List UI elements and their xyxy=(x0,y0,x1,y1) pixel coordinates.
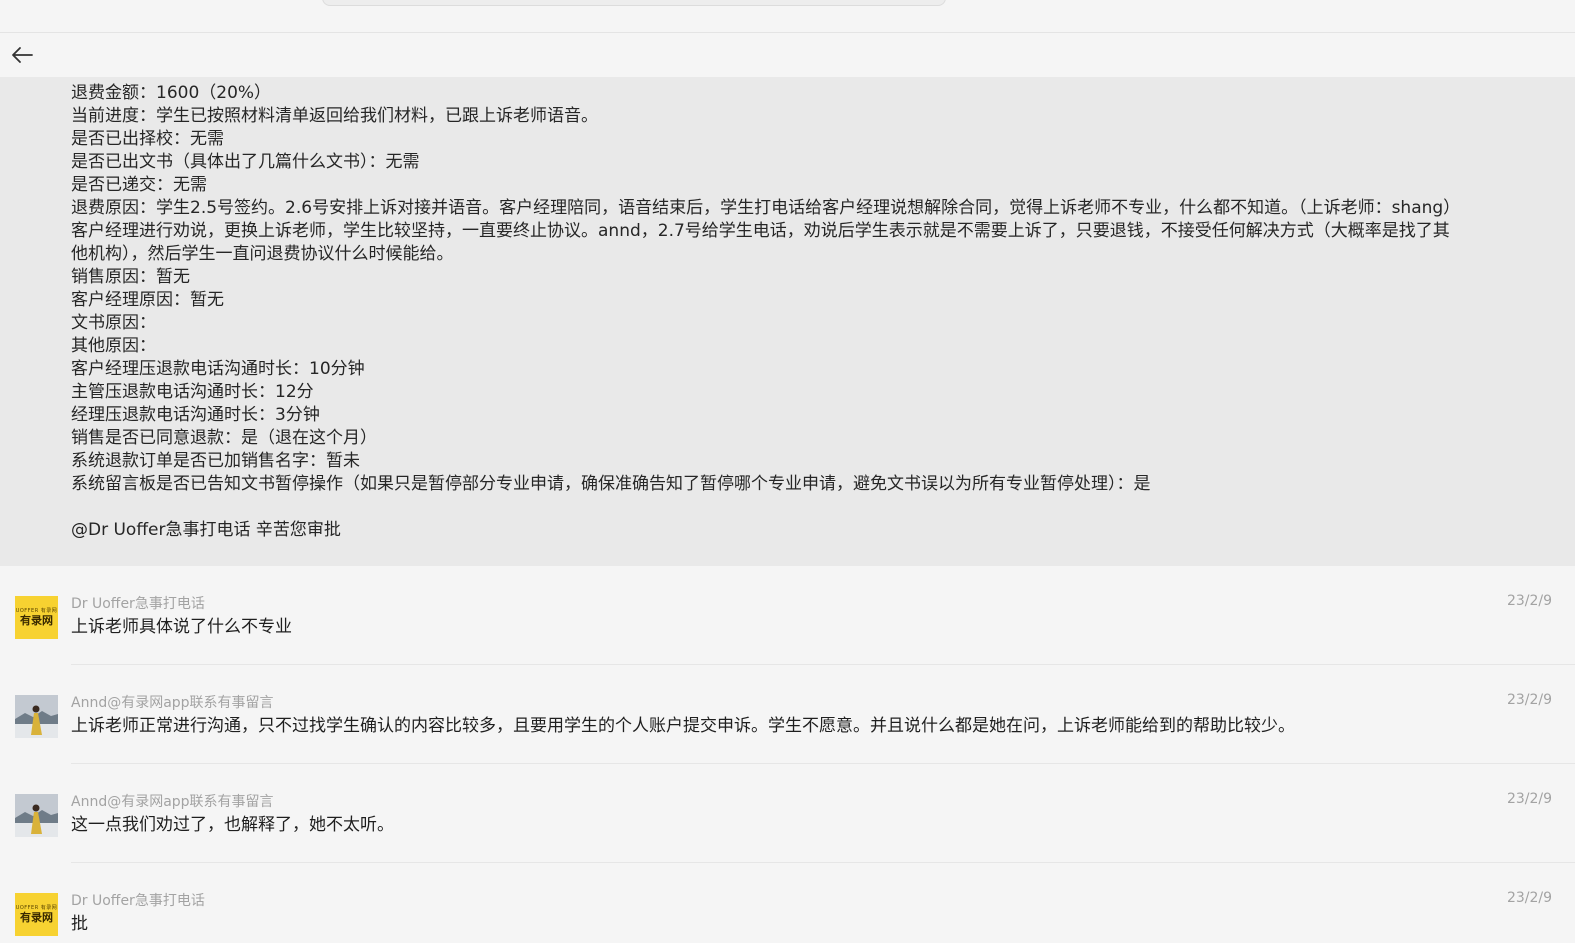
sender-name[interactable]: Annd@有录网app联系有事留言 xyxy=(71,692,274,712)
avatar[interactable]: UOFFER 有录网 有录网 xyxy=(15,893,58,936)
quoted-line-refund-reason: 退费原因：学生2.5号签约。2.6号安排上诉对接并语音。客户经理陪同，语音结束后… xyxy=(71,198,1461,264)
quoted-line: 是否已递交：无需 xyxy=(71,175,207,195)
back-button[interactable] xyxy=(8,41,36,69)
quoted-line: 文书原因： xyxy=(71,313,156,333)
chat-header xyxy=(0,33,1575,77)
title-bar xyxy=(0,0,1575,33)
quoted-line: 客户经理原因：暂无 xyxy=(71,290,224,310)
quoted-line: 经理压退款电话沟通时长：3分钟 xyxy=(71,405,320,425)
quoted-line-mention: @Dr Uoffer急事打电话 辛苦您审批 xyxy=(71,520,341,540)
avatar[interactable] xyxy=(15,695,58,738)
sender-name[interactable]: Annd@有录网app联系有事留言 xyxy=(71,791,274,811)
quoted-line: 系统留言板是否已告知文书暂停操作（如果只是暂停部分专业申请，确保准确告知了暂停哪… xyxy=(71,474,1151,494)
message-item[interactable]: Annd@有录网app联系有事留言 23/2/9 上诉老师正常进行沟通，只不过找… xyxy=(0,665,1575,764)
quoted-message-expanded: 退费金额：1600（20%） 当前进度：学生已按照材料清单返回给我们材料，已跟上… xyxy=(0,77,1575,566)
quoted-line: 当前进度：学生已按照材料清单返回给我们材料，已跟上诉老师语音。 xyxy=(71,106,598,126)
quoted-line: 其他原因： xyxy=(71,336,156,356)
arrow-left-icon xyxy=(12,47,33,63)
sender-name[interactable]: Dr Uoffer急事打电话 xyxy=(71,890,205,910)
chat-window: 退费金额：1600（20%） 当前进度：学生已按照材料清单返回给我们材料，已跟上… xyxy=(0,0,1575,943)
search-bar-edge[interactable] xyxy=(322,0,946,6)
message-text: 上诉老师正常进行沟通，只不过找学生确认的内容比较多，且要用学生的个人账户提交申诉… xyxy=(71,716,1295,736)
message-date: 23/2/9 xyxy=(1506,791,1552,807)
message-text: 上诉老师具体说了什么不专业 xyxy=(71,617,292,637)
message-item[interactable]: UOFFER 有录网 有录网 Dr Uoffer急事打电话 23/2/9 上诉老… xyxy=(0,566,1575,665)
message-item[interactable]: Annd@有录网app联系有事留言 23/2/9 这一点我们劝过了，也解释了，她… xyxy=(0,764,1575,863)
quoted-line: 销售是否已同意退款：是（退在这个月） xyxy=(71,428,377,448)
quoted-message-text: 退费金额：1600（20%） 当前进度：学生已按照材料清单返回给我们材料，已跟上… xyxy=(71,82,1461,542)
quoted-line-blank xyxy=(71,496,1461,519)
message-date: 23/2/9 xyxy=(1506,692,1552,708)
message-date: 23/2/9 xyxy=(1506,890,1552,906)
sender-name[interactable]: Dr Uoffer急事打电话 xyxy=(71,593,205,613)
quoted-line: 是否已出文书（具体出了几篇什么文书）：无需 xyxy=(71,152,420,172)
avatar[interactable]: UOFFER 有录网 有录网 xyxy=(15,596,58,639)
avatar-logo-text: 有录网 xyxy=(20,613,53,627)
message-date: 23/2/9 xyxy=(1506,593,1552,609)
message-list: UOFFER 有录网 有录网 Dr Uoffer急事打电话 23/2/9 上诉老… xyxy=(0,566,1575,943)
avatar-photo-icon xyxy=(15,695,58,738)
quoted-line: 是否已出择校：无需 xyxy=(71,129,224,149)
avatar-logo-text: 有录网 xyxy=(20,910,53,924)
quoted-line: 客户经理压退款电话沟通时长：10分钟 xyxy=(71,359,365,379)
avatar-photo-icon xyxy=(15,794,58,837)
quoted-line: 系统退款订单是否已加销售名字：暂未 xyxy=(71,451,360,471)
quoted-line: 主管压退款电话沟通时长：12分 xyxy=(71,382,314,402)
message-text: 这一点我们劝过了，也解释了，她不太听。 xyxy=(71,815,394,835)
message-text: 批 xyxy=(71,914,88,934)
quoted-line: 销售原因：暂无 xyxy=(71,267,190,287)
avatar[interactable] xyxy=(15,794,58,837)
quoted-line: 退费金额：1600（20%） xyxy=(71,83,272,103)
message-item[interactable]: UOFFER 有录网 有录网 Dr Uoffer急事打电话 23/2/9 批 xyxy=(0,863,1575,943)
